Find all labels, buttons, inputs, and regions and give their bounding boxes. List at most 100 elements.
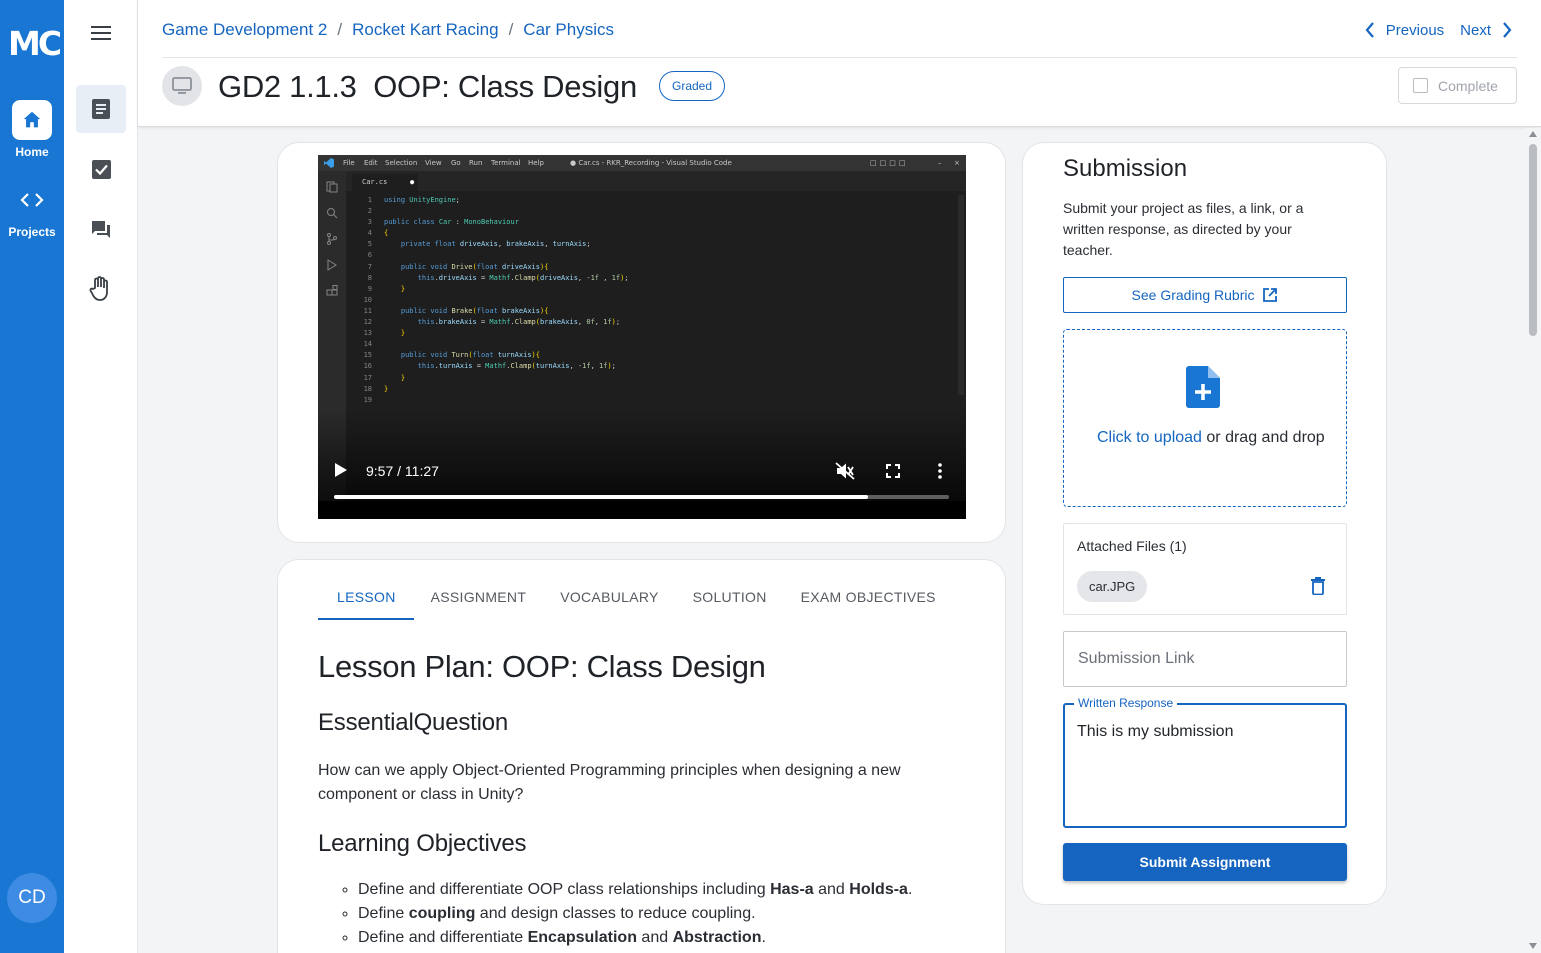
previous-button[interactable]: Previous [1364, 21, 1444, 39]
add-file-icon [1186, 366, 1220, 408]
code-line: 8 this.driveAxis = Mathf.Clamp(driveAxis… [367, 273, 629, 282]
code-line: 1 using UnityEngine; [367, 196, 460, 204]
file-chip[interactable]: car.JPG [1077, 571, 1148, 602]
secondary-rail [64, 0, 138, 953]
breadcrumb-unit[interactable]: Car Physics [523, 20, 614, 40]
raised-hand-icon [89, 276, 108, 301]
video-progress-fill [334, 495, 868, 499]
objective-term: Holds-a [849, 881, 908, 898]
fullscreen-icon [886, 464, 900, 478]
breadcrumb-course[interactable]: Game Development 2 [162, 20, 327, 40]
menu-toggle-button[interactable] [76, 9, 126, 57]
editor-menu-item: Help [528, 159, 544, 167]
code-line: 18} [363, 384, 389, 393]
assignments-nav-button[interactable] [76, 145, 126, 193]
hamburger-icon [91, 26, 111, 40]
open-external-icon [1263, 288, 1278, 302]
grading-rubric-button[interactable]: See Grading Rubric [1063, 277, 1347, 313]
checkbox-icon [1413, 78, 1428, 93]
editor-tabbar: Car.cs ● [346, 171, 966, 191]
discussion-nav-button[interactable] [76, 205, 126, 253]
editor-titlebar: File Edit Selection View Go Run Terminal… [318, 155, 966, 171]
submit-assignment-button[interactable]: Submit Assignment [1063, 843, 1347, 881]
explorer-icon [326, 181, 338, 193]
essential-question-heading: EssentialQuestion [318, 709, 509, 736]
submission-description: Submit your project as files, a link, or… [1063, 200, 1304, 258]
essential-question-text: How can we apply Object-Oriented Program… [318, 762, 901, 803]
code-line: 4{ [367, 229, 389, 238]
breadcrumb-project[interactable]: Rocket Kart Racing [352, 20, 498, 40]
video-options-button[interactable] [929, 460, 951, 482]
code-line: 19 [363, 395, 372, 404]
objective-term: Abstraction [672, 929, 762, 946]
scroll-up-icon[interactable] [1529, 131, 1537, 137]
scroll-down-icon[interactable] [1529, 943, 1537, 949]
code-line: 15 public void Turn(float turnAxis){ [363, 351, 540, 360]
primary-rail: MC Home Projects CD [0, 0, 64, 953]
code-icon [20, 193, 44, 207]
mute-button[interactable] [834, 460, 856, 482]
editor-tab: Car.cs ● [352, 174, 418, 191]
written-response-input[interactable] [1065, 705, 1345, 826]
grading-rubric-label: See Grading Rubric [1131, 287, 1255, 303]
header-divider [162, 57, 1517, 58]
attached-files-panel: Attached Files (1) car.JPG [1063, 523, 1347, 615]
code-line: 13 } [363, 329, 406, 338]
code-line: 5 private float driveAxis, brakeAxis, tu… [367, 240, 591, 249]
projects-nav-label[interactable]: Projects [0, 225, 64, 239]
tab-exam-objectives[interactable]: EXAM OBJECTIVES [784, 580, 953, 620]
more-vertical-icon [938, 463, 942, 479]
user-avatar[interactable]: CD [7, 873, 57, 923]
code-line: 9 } [367, 284, 406, 293]
home-nav-button[interactable] [12, 100, 52, 140]
source-control-icon [327, 233, 337, 245]
tab-assignment[interactable]: ASSIGNMENT [414, 580, 544, 620]
objective-text: . [761, 929, 766, 946]
lesson-video[interactable]: File Edit Selection View Go Run Terminal… [318, 155, 966, 519]
editor-menu-item: View [425, 159, 442, 167]
tab-lesson[interactable]: LESSON [318, 580, 414, 620]
video-progress-bar[interactable] [334, 495, 949, 499]
help-request-button[interactable] [76, 265, 126, 313]
editor-window-title: ● Car.cs - RKR_Recording - Visual Studio… [570, 159, 732, 167]
tab-solution[interactable]: SOLUTION [676, 580, 784, 620]
app-logo[interactable]: MC [8, 26, 62, 62]
fullscreen-button[interactable] [882, 460, 904, 482]
tab-vocabulary[interactable]: VOCABULARY [543, 580, 675, 620]
click-to-upload-link[interactable]: Click to upload [1097, 429, 1202, 446]
code-line: 14 [363, 340, 372, 349]
editor-minimap [958, 195, 964, 395]
editor-menu-item: Go [451, 159, 461, 167]
breadcrumb-separator: / [337, 20, 343, 39]
complete-checkbox[interactable]: Complete [1398, 67, 1517, 104]
objective-text: and [813, 881, 850, 898]
submission-link-input[interactable] [1063, 631, 1347, 687]
scrollbar-thumb[interactable] [1529, 144, 1537, 336]
editor-menu-item: Run [469, 159, 483, 167]
code-line: 7 public void Drive(float driveAxis){ [367, 262, 549, 271]
next-button[interactable]: Next [1460, 21, 1513, 39]
search-icon [327, 208, 338, 219]
code-line: 11 public void Brake(float brakeAxis){ [363, 306, 549, 315]
objective-text: Define and differentiate [358, 929, 528, 946]
written-response-field[interactable]: Written Response [1063, 696, 1347, 828]
play-icon[interactable] [334, 462, 348, 478]
objective-text: and [636, 929, 673, 946]
lesson-pager: Previous Next [1364, 18, 1513, 42]
home-icon [23, 111, 41, 128]
window-controls-icon: □□□□ [870, 159, 909, 167]
home-nav-label[interactable]: Home [0, 145, 64, 159]
page-scrollbar[interactable] [1526, 128, 1541, 953]
document-icon [92, 99, 110, 119]
trash-icon[interactable] [1310, 577, 1326, 595]
code-line: 6 [367, 251, 372, 260]
projects-nav-button[interactable] [17, 188, 47, 212]
file-dropzone[interactable]: Click to upload or drag and drop [1063, 329, 1347, 507]
objective-text: Define and differentiate OOP class relat… [358, 881, 771, 898]
vscode-logo-icon [324, 158, 334, 168]
video-card: File Edit Selection View Go Run Terminal… [277, 142, 1006, 543]
lessons-nav-button[interactable] [76, 85, 126, 133]
extensions-icon [326, 285, 338, 296]
code-line: 16 this.turnAxis = Mathf.Clamp(turnAxis,… [363, 362, 616, 371]
breadcrumb-separator: / [508, 20, 514, 39]
